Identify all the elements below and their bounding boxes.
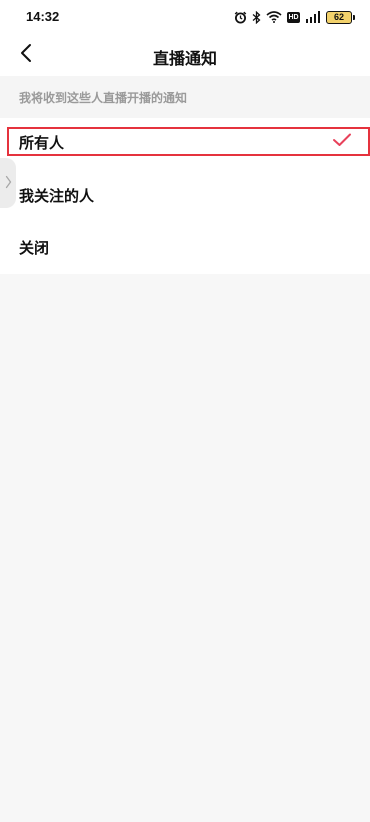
option-label: 所有人 [19, 134, 65, 152]
status-bar: 14:32 HD 62 [0, 0, 370, 34]
options-list: 所有人 我关注的人 关闭 [0, 118, 370, 274]
status-icons: HD 62 [234, 8, 355, 26]
option-label: 我关注的人 [19, 187, 95, 205]
side-drawer-handle[interactable] [0, 158, 16, 208]
option-label: 关闭 [19, 239, 50, 257]
option-followed[interactable]: 我关注的人 [0, 170, 370, 222]
alarm-icon [234, 11, 247, 24]
signal-icon [305, 11, 321, 23]
bluetooth-icon [252, 10, 261, 24]
checkmark-icon [332, 132, 352, 152]
section-header-text: 我将收到这些人直播开播的通知 [19, 91, 188, 105]
chevron-right-icon [5, 174, 12, 193]
battery-icon: 62 [326, 10, 355, 24]
status-time: 14:32 [26, 9, 60, 24]
page-title: 直播通知 [152, 49, 217, 68]
option-everyone[interactable]: 所有人 [7, 127, 370, 156]
wifi-icon [266, 11, 282, 23]
section-header: 我将收到这些人直播开播的通知 [0, 76, 370, 118]
hd-icon: HD [287, 11, 300, 23]
option-off[interactable]: 关闭 [0, 222, 370, 274]
nav-bar: 直播通知 [0, 34, 370, 76]
